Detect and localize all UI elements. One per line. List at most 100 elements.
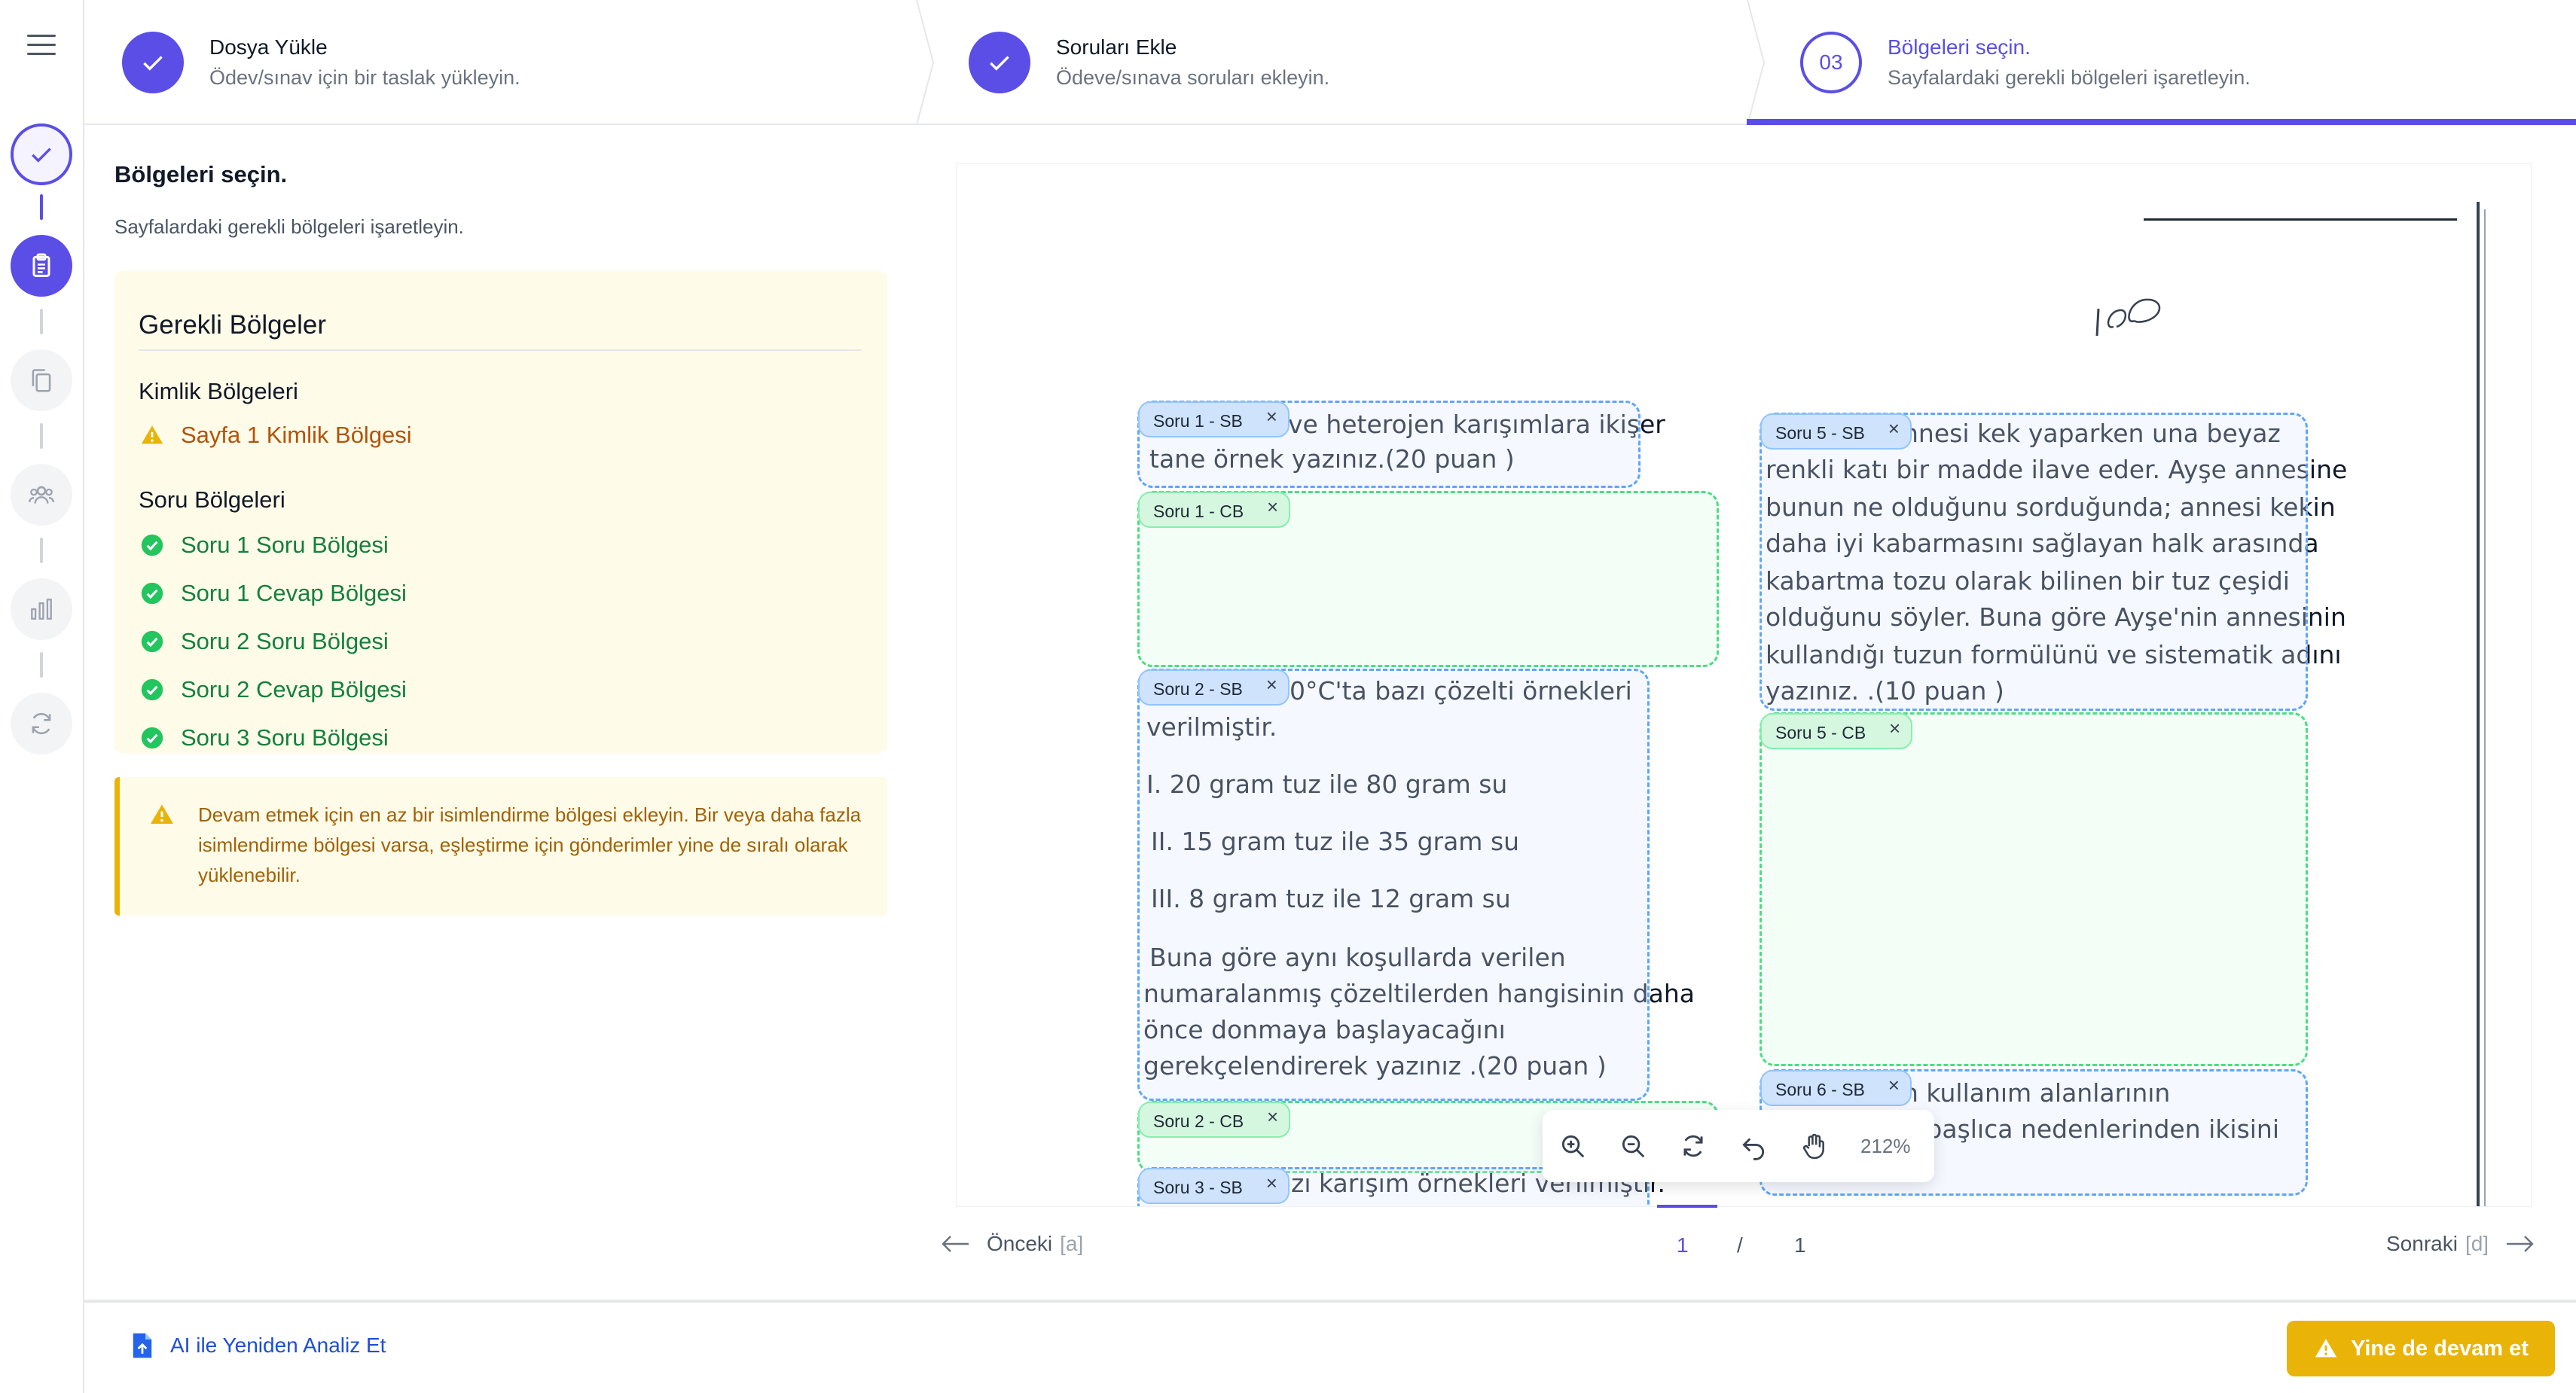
- question-region-item[interactable]: Soru 1 Cevap Bölgesi: [139, 580, 407, 607]
- scan-artifact-line: [2144, 218, 2457, 221]
- region-tag[interactable]: Soru 1 - SB ×: [1138, 401, 1290, 437]
- document-viewer[interactable]: ve heterojen karışımlara ikişer tane örn…: [957, 164, 2531, 1206]
- next-shortcut: [d]: [2465, 1232, 2489, 1255]
- zoom-out-icon: [1622, 1135, 1645, 1158]
- region-tag-label: Soru 6 - SB: [1775, 1080, 1865, 1099]
- close-icon[interactable]: ×: [1266, 666, 1277, 703]
- pan-button[interactable]: [1784, 1110, 1844, 1182]
- divider: [139, 349, 862, 351]
- rail-connector: [40, 194, 43, 220]
- question-region-label: Soru 3 Soru Bölgesi: [181, 724, 389, 751]
- step-subtitle: Ödev/sınav için bir taslak yükleyin.: [209, 66, 520, 89]
- rail-step-clipboard[interactable]: [11, 235, 72, 297]
- zoom-in-button[interactable]: [1543, 1110, 1603, 1182]
- undo-button[interactable]: [1723, 1110, 1784, 1182]
- reset-view-button[interactable]: [1663, 1110, 1723, 1182]
- total-pages: 1: [1794, 1233, 1806, 1257]
- region-tag[interactable]: Soru 1 - CB ×: [1138, 489, 1291, 528]
- naming-region-alert: Devam etmek için en az bir isimlendirme …: [114, 777, 887, 916]
- reanalyze-button[interactable]: AI ile Yeniden Analiz Et: [130, 1331, 386, 1360]
- rail-step-refresh[interactable]: [11, 693, 72, 754]
- close-icon[interactable]: ×: [1266, 398, 1277, 434]
- identity-region-item[interactable]: Sayfa 1 Kimlik Bölgesi: [139, 422, 412, 449]
- continue-anyway-button[interactable]: Yine de devam et: [2287, 1321, 2555, 1376]
- step-questions[interactable]: Soruları Ekle Ödeve/sınava soruları ekle…: [969, 0, 1722, 125]
- bar-chart-icon: [31, 599, 52, 620]
- identity-regions-heading: Kimlik Bölgeleri: [139, 378, 298, 404]
- previous-page-button[interactable]: Önceki [a]: [940, 1232, 1083, 1256]
- rail-step-users[interactable]: [11, 464, 72, 526]
- step-divider-chevron: [916, 0, 935, 125]
- next-page-button[interactable]: Sonraki [d]: [2386, 1232, 2535, 1256]
- clipboard-icon: [32, 253, 50, 277]
- region-tag[interactable]: Soru 5 - CB ×: [1760, 710, 1913, 749]
- handwritten-score: [2095, 298, 2161, 337]
- panel-title: Bölgeleri seçin.: [114, 161, 288, 187]
- footer-bar: AI ile Yeniden Analiz Et Yine de devam e…: [84, 1300, 2576, 1393]
- step-divider-chevron: [1747, 0, 1766, 125]
- check-icon: [990, 56, 1009, 71]
- step-number-circle: 03: [1800, 32, 1862, 93]
- close-icon[interactable]: ×: [1888, 1067, 1900, 1103]
- region-tag[interactable]: Soru 2 - CB ×: [1138, 1099, 1291, 1138]
- rail-step-copy[interactable]: [11, 349, 72, 411]
- rail-connector: [40, 652, 43, 678]
- zoom-out-button[interactable]: [1603, 1110, 1663, 1182]
- region-soru-5-cb[interactable]: Soru 5 - CB ×: [1760, 712, 2308, 1066]
- region-soru-5-sb[interactable]: Soru 5 - SB ×: [1760, 413, 2308, 711]
- current-page[interactable]: 1: [1677, 1233, 1689, 1257]
- check-circle-icon: [141, 630, 163, 653]
- question-region-label: Soru 2 Soru Bölgesi: [181, 628, 389, 654]
- panel-subtitle: Sayfalardaki gerekli bölgeleri işaretley…: [114, 215, 464, 238]
- region-soru-1-sb[interactable]: Soru 1 - SB ×: [1137, 401, 1641, 488]
- rail-step-check[interactable]: [11, 123, 72, 185]
- check-circle-icon: [141, 727, 163, 749]
- region-tag[interactable]: Soru 3 - SB ×: [1138, 1168, 1290, 1204]
- question-region-item[interactable]: Soru 2 Cevap Bölgesi: [139, 676, 407, 703]
- page-separator: /: [1737, 1233, 1743, 1257]
- question-region-item[interactable]: Soru 3 Soru Bölgesi: [139, 724, 389, 751]
- zoom-in-icon: [1561, 1135, 1585, 1158]
- question-region-item[interactable]: Soru 1 Soru Bölgesi: [139, 532, 389, 559]
- step-regions[interactable]: 03 Bölgeleri seçin. Sayfalardaki gerekli…: [1800, 0, 2553, 125]
- region-tag[interactable]: Soru 6 - SB ×: [1760, 1070, 1912, 1106]
- step-subtitle: Ödeve/sınava soruları ekleyin.: [1056, 66, 1330, 89]
- close-icon[interactable]: ×: [1889, 710, 1900, 746]
- close-icon[interactable]: ×: [1267, 1099, 1278, 1135]
- menu-icon[interactable]: [27, 35, 56, 56]
- active-step-indicator: [1747, 119, 2576, 125]
- required-regions-heading: Gerekli Bölgeler: [139, 310, 326, 340]
- check-icon: [143, 56, 163, 71]
- step-done-circle: [969, 32, 1030, 93]
- next-label: Sonraki: [2386, 1232, 2458, 1255]
- current-page-indicator: [1657, 1205, 1717, 1208]
- stepper: Dosya Yükle Ödev/sınav için bir taslak y…: [84, 0, 2576, 125]
- region-tag[interactable]: Soru 5 - SB ×: [1760, 413, 1912, 450]
- close-icon[interactable]: ×: [1888, 410, 1900, 447]
- region-tag[interactable]: Soru 2 - SB ×: [1138, 669, 1290, 706]
- continue-label: Yine de devam et: [2351, 1336, 2529, 1361]
- rail-connector: [40, 423, 43, 449]
- refresh-icon: [32, 713, 51, 734]
- region-tag-label: Soru 2 - CB: [1153, 1111, 1244, 1131]
- step-done-circle: [122, 32, 184, 93]
- region-soru-2-sb[interactable]: Soru 2 - SB ×: [1137, 669, 1650, 1101]
- undo-icon: [1742, 1138, 1765, 1160]
- rail-step-chart[interactable]: [11, 578, 72, 640]
- step-upload[interactable]: Dosya Yükle Ödev/sınav için bir taslak y…: [122, 0, 951, 125]
- file-upload-icon: [133, 1333, 152, 1358]
- check-icon: [32, 148, 51, 163]
- region-soru-1-cb[interactable]: Soru 1 - CB ×: [1137, 491, 1719, 667]
- region-tag-label: Soru 5 - SB: [1775, 423, 1865, 443]
- step-subtitle: Sayfalardaki gerekli bölgeleri işaretley…: [1888, 66, 2251, 89]
- question-region-item[interactable]: Soru 2 Soru Bölgesi: [139, 628, 389, 655]
- question-region-label: Soru 1 Cevap Bölgesi: [181, 580, 407, 606]
- check-circle-icon: [141, 678, 163, 701]
- close-icon[interactable]: ×: [1267, 489, 1278, 525]
- required-regions-box: Gerekli Bölgeler Kimlik Bölgeleri Sayfa …: [114, 271, 887, 753]
- region-tag-label: Soru 3 - SB: [1153, 1178, 1243, 1197]
- check-circle-icon: [141, 582, 163, 605]
- question-regions-heading: Soru Bölgeleri: [139, 486, 285, 513]
- warning-icon: [151, 804, 173, 824]
- close-icon[interactable]: ×: [1266, 1165, 1277, 1201]
